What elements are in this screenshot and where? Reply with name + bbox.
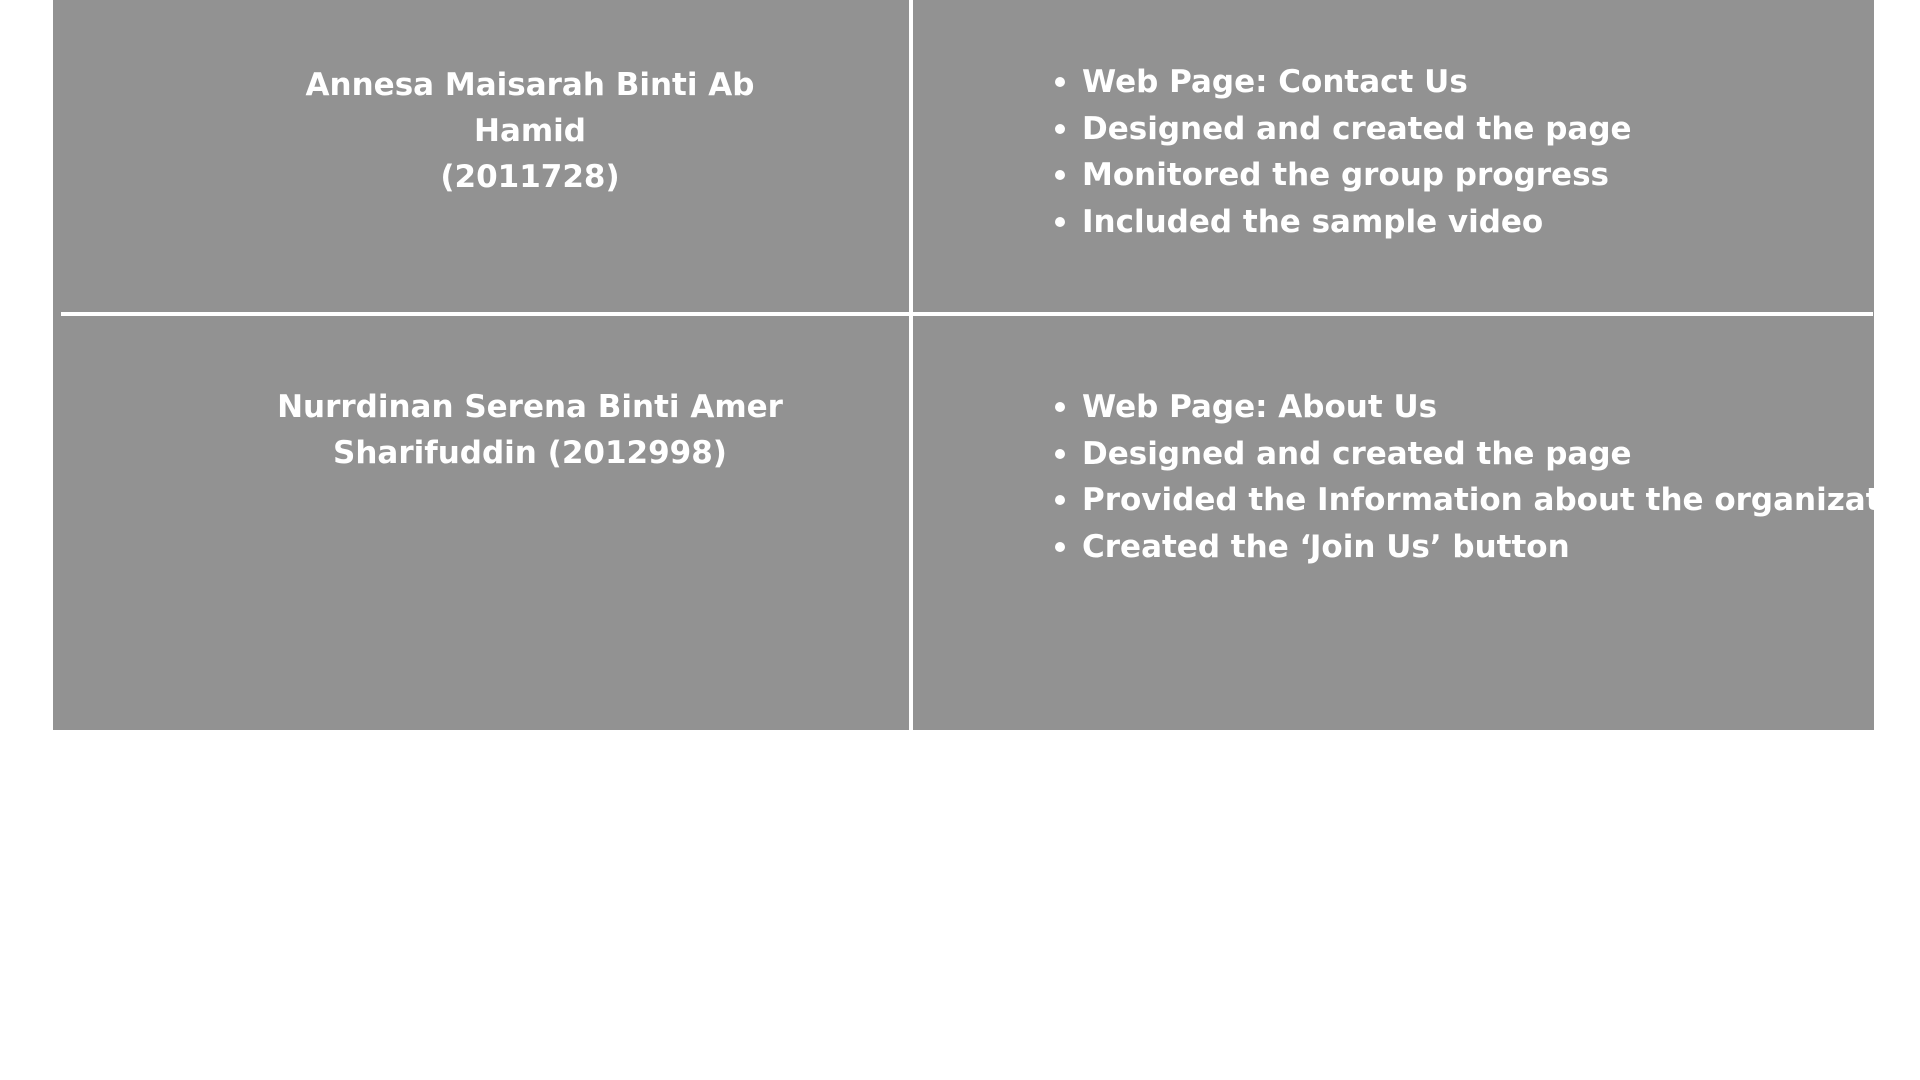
list-item: Created the ‘Join Us’ button	[1055, 524, 1920, 571]
list-item: Web Page: Contact Us	[1055, 59, 1632, 106]
list-item: Designed and created the page	[1055, 106, 1632, 153]
row-divider	[61, 312, 1873, 316]
list-item: Provided the Information about the organ…	[1055, 477, 1920, 524]
list-item: Designed and created the page	[1055, 431, 1920, 478]
contribution-table: Annesa Maisarah Binti Ab Hamid (2011728)…	[53, 0, 1920, 730]
member-name-cell: Nurrdinan Serena Binti Amer Sharifuddin …	[250, 384, 810, 476]
member-name-cell: Annesa Maisarah Binti Ab Hamid (2011728)	[250, 62, 810, 200]
list-item: Included the sample video	[1055, 199, 1632, 246]
member-name-line: Annesa Maisarah Binti Ab Hamid	[305, 67, 755, 149]
member-id-line: (2011728)	[440, 159, 620, 195]
member-id-line: Sharifuddin (2012998)	[333, 435, 727, 471]
list-item: Monitored the group progress	[1055, 152, 1632, 199]
task-list: Web Page: Contact Us Designed and create…	[1029, 59, 1632, 245]
column-divider	[909, 0, 913, 730]
member-name-line: Nurrdinan Serena Binti Amer	[277, 389, 783, 425]
slide-page: Annesa Maisarah Binti Ab Hamid (2011728)…	[0, 0, 1920, 1080]
task-list: Web Page: About Us Designed and created …	[1029, 384, 1920, 570]
list-item: Web Page: About Us	[1055, 384, 1920, 431]
